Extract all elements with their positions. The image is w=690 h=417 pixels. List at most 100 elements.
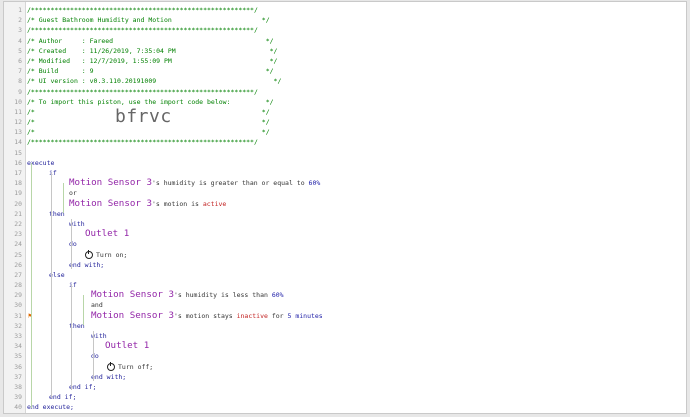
line-number: 14 bbox=[14, 138, 22, 147]
code-line: /* Build : 9 */ bbox=[27, 66, 686, 76]
comment-created: /* Created : 11/26/2019, 7:35:04 PM */ bbox=[27, 46, 278, 55]
turn-on-command[interactable]: Turn on; bbox=[96, 251, 127, 259]
device-motion-sensor[interactable]: Motion Sensor 3 bbox=[91, 289, 174, 300]
comment-author: /* Author : Fareed */ bbox=[27, 36, 274, 45]
code-line[interactable]: Motion Sensor 3's motion is active bbox=[27, 198, 686, 209]
code-editor[interactable]: 1 2 3 4 5 6 7 8 9 10 11 12 13 14 15 16 17 18 19 20 21 22 23 24 2… bbox=[3, 1, 687, 414]
line-number: 13 bbox=[14, 128, 22, 137]
line-number: 8 bbox=[18, 77, 22, 86]
value-inactive[interactable]: inactive bbox=[237, 312, 268, 320]
line-number: 3 bbox=[18, 26, 22, 35]
line-number: 10 bbox=[14, 97, 22, 106]
comment-modified: /* Modified : 12/7/2019, 1:55:09 PM */ bbox=[27, 56, 278, 65]
code-line: /* Author : Fareed */ bbox=[27, 36, 686, 46]
condition-text: 's motion stays bbox=[173, 311, 237, 320]
block-guide bbox=[51, 173, 52, 398]
comment-title: /* Guest Bathroom Humidity and Motion */ bbox=[27, 16, 270, 25]
and-operator[interactable]: and bbox=[91, 301, 103, 309]
code-line[interactable]: then bbox=[27, 209, 686, 219]
end-with-keyword[interactable]: end with; bbox=[91, 373, 126, 381]
value-60[interactable]: 60% bbox=[272, 291, 284, 299]
device-outlet[interactable]: Outlet 1 bbox=[85, 228, 129, 239]
code-line[interactable]: end execute; bbox=[27, 402, 686, 412]
line-number: 33 bbox=[14, 332, 22, 340]
code-line[interactable]: else bbox=[27, 270, 686, 280]
device-motion-sensor[interactable]: Motion Sensor 3 bbox=[91, 310, 174, 321]
device-motion-sensor[interactable]: Motion Sensor 3 bbox=[69, 177, 152, 188]
comment-build: /* Build : 9 */ bbox=[27, 67, 274, 76]
line-numbers: 1 2 3 4 5 6 7 8 9 10 11 12 13 14 15 16 17 18 19 20 21 22 23 24 2… bbox=[4, 5, 25, 413]
code-line[interactable]: end if; bbox=[27, 392, 686, 402]
end-with-keyword[interactable]: end with; bbox=[69, 261, 104, 269]
line-number: 20 bbox=[14, 199, 22, 208]
comment-border: /***************************************… bbox=[27, 6, 258, 14]
line-number: 30 bbox=[14, 301, 22, 310]
line-number: 17 bbox=[14, 169, 22, 177]
block-guide bbox=[83, 295, 84, 325]
block-guide bbox=[93, 331, 94, 381]
line-number: 6 bbox=[18, 56, 22, 65]
line-number: 28 bbox=[14, 281, 22, 290]
for-text: for bbox=[267, 311, 288, 320]
line-number: 29 bbox=[14, 291, 22, 300]
code-line[interactable]: do bbox=[27, 351, 686, 361]
code-line: /***************************************… bbox=[27, 5, 686, 15]
line-number: 37 bbox=[14, 372, 22, 381]
code-line[interactable]: Motion Sensor 3's humidity is greater th… bbox=[27, 178, 686, 188]
code-line: /* Modified : 12/7/2019, 1:55:09 PM */ bbox=[27, 56, 686, 66]
line-number: 18 bbox=[14, 179, 22, 188]
line-number: 39 bbox=[14, 393, 22, 402]
code-line[interactable]: end with; bbox=[27, 372, 686, 382]
line-number: 19 bbox=[14, 189, 22, 198]
code-line[interactable]: end with; bbox=[27, 260, 686, 270]
code-line: /* Guest Bathroom Humidity and Motion */ bbox=[27, 15, 686, 25]
line-number: 22 bbox=[14, 219, 22, 228]
line-number: 12 bbox=[14, 118, 22, 127]
line-number: 5 bbox=[18, 46, 22, 55]
code-line[interactable]: end if; bbox=[27, 382, 686, 392]
power-icon bbox=[107, 361, 115, 371]
code-line[interactable]: do bbox=[27, 239, 686, 249]
code-line[interactable]: ⚑Motion Sensor 3's motion stays inactive… bbox=[27, 310, 686, 321]
line-number: 36 bbox=[14, 362, 22, 371]
line-number: 7 bbox=[18, 67, 22, 76]
device-motion-sensor[interactable]: Motion Sensor 3 bbox=[69, 198, 152, 209]
line-number: 23 bbox=[14, 230, 22, 239]
comment-blank: /* */ bbox=[27, 128, 270, 137]
line-number: 32 bbox=[14, 321, 22, 330]
code-line[interactable]: Motion Sensor 3's humidity is less than … bbox=[27, 290, 686, 300]
value-60[interactable]: 60% bbox=[309, 179, 321, 187]
end-if-keyword[interactable]: end if; bbox=[49, 393, 76, 401]
code-line: /* */bfrvc bbox=[27, 107, 686, 127]
line-number: 25 bbox=[14, 250, 22, 259]
comment-sep: /***************************************… bbox=[27, 26, 258, 35]
comment-border: /***************************************… bbox=[27, 138, 258, 147]
value-duration[interactable]: 5 minutes bbox=[288, 312, 323, 320]
code-line: /***************************************… bbox=[27, 25, 686, 35]
code-line: /* UI version : v0.3.110.20191009 */ bbox=[27, 76, 686, 86]
line-number: 21 bbox=[14, 209, 22, 218]
block-guide bbox=[63, 183, 64, 213]
value-active[interactable]: active bbox=[203, 200, 226, 208]
code-area[interactable]: /***************************************… bbox=[27, 5, 686, 413]
line-number: 31 bbox=[14, 311, 22, 320]
turn-off-command[interactable]: Turn off; bbox=[118, 363, 153, 371]
line-number: 26 bbox=[14, 260, 22, 269]
code-line: /* Created : 11/26/2019, 7:35:04 PM */ bbox=[27, 46, 686, 56]
code-line[interactable]: then bbox=[27, 321, 686, 331]
import-code[interactable]: bfrvc bbox=[115, 107, 172, 125]
device-outlet[interactable]: Outlet 1 bbox=[105, 340, 149, 351]
code-line[interactable]: Outlet 1 bbox=[27, 341, 686, 351]
or-operator[interactable]: or bbox=[69, 189, 77, 197]
code-line[interactable]: Turn off; bbox=[27, 361, 686, 372]
line-number: 15 bbox=[14, 148, 22, 157]
code-line[interactable]: Turn on; bbox=[27, 249, 686, 260]
line-number: 16 bbox=[14, 158, 22, 167]
end-execute-keyword[interactable]: end execute; bbox=[27, 403, 74, 411]
line-number: 24 bbox=[14, 240, 22, 249]
end-if-keyword[interactable]: end if; bbox=[69, 383, 96, 391]
code-line[interactable]: execute bbox=[27, 158, 686, 168]
condition-text: 's motion is bbox=[151, 199, 203, 208]
code-line[interactable]: Outlet 1 bbox=[27, 229, 686, 239]
